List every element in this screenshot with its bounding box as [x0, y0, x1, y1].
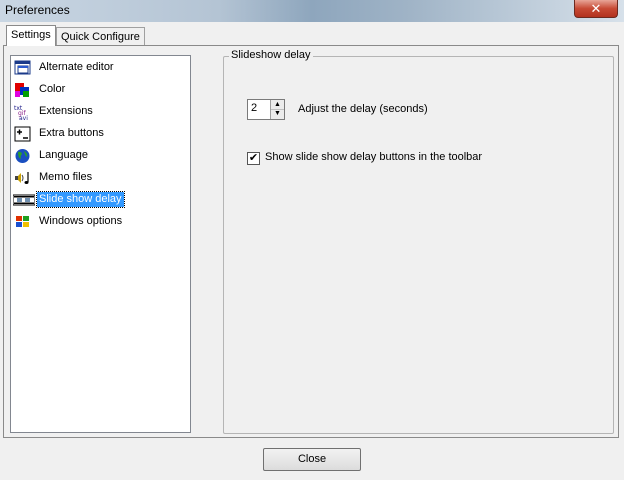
globe-icon — [15, 149, 30, 163]
sidebar-item-label: Memo files — [39, 171, 93, 183]
sidebar-item-label: Extra buttons — [39, 127, 104, 139]
category-list[interactable]: Alternate editor Color txt gif avi Exten… — [10, 55, 191, 433]
sidebar-item-label: Alternate editor — [39, 61, 114, 73]
spin-buttons: ▲ ▼ — [270, 100, 284, 119]
sidebar-item-language[interactable]: Language — [13, 146, 189, 166]
sidebar-item-label: Color — [39, 83, 66, 95]
sidebar-item-alternate-editor[interactable]: Alternate editor — [13, 58, 189, 78]
window-close-button[interactable]: ✕ — [574, 0, 618, 18]
window-title: Preferences — [5, 3, 70, 17]
tab-quick-configure[interactable]: Quick Configure — [56, 27, 145, 46]
sound-note-icon — [15, 172, 29, 184]
sidebar-item-label: Slide show delay — [36, 191, 125, 208]
editor-window-icon — [14, 60, 31, 75]
color-palette-icon — [15, 83, 29, 97]
group-title: Slideshow delay — [229, 49, 313, 61]
windows-logo-icon — [16, 216, 29, 227]
sidebar-item-extra-buttons[interactable]: Extra buttons — [13, 124, 189, 144]
sidebar-item-label: Language — [39, 149, 88, 161]
tab-settings[interactable]: Settings — [6, 25, 56, 46]
sidebar-item-windows-options[interactable]: Windows options — [13, 212, 189, 232]
toolbar-buttons-checkbox[interactable]: ✔ — [247, 152, 260, 165]
delay-label: Adjust the delay (seconds) — [298, 103, 428, 115]
sidebar-item-color[interactable]: Color — [13, 80, 189, 100]
sidebar-item-label: Extensions — [39, 105, 93, 117]
delay-value[interactable]: 2 — [251, 102, 257, 114]
sidebar-item-label: Windows options — [39, 215, 123, 227]
file-extensions-icon: txt gif avi — [14, 105, 28, 120]
sidebar-item-extensions[interactable]: txt gif avi Extensions — [13, 102, 189, 122]
extra-buttons-icon — [14, 126, 31, 142]
sidebar-item-slide-show-delay[interactable]: Slide show delay — [13, 190, 189, 210]
toolbar-buttons-checkbox-label[interactable]: Show slide show delay buttons in the too… — [265, 151, 482, 163]
sidebar-item-memo-files[interactable]: Memo files — [13, 168, 189, 188]
svg-text:avi: avi — [19, 115, 28, 120]
close-button[interactable]: Close — [263, 448, 361, 471]
film-strip-icon — [13, 194, 35, 206]
delay-stepper[interactable]: 2 ▲ ▼ — [247, 99, 285, 120]
title-bar[interactable]: Preferences ✕ — [0, 0, 624, 22]
spin-down-button[interactable]: ▼ — [271, 109, 284, 118]
